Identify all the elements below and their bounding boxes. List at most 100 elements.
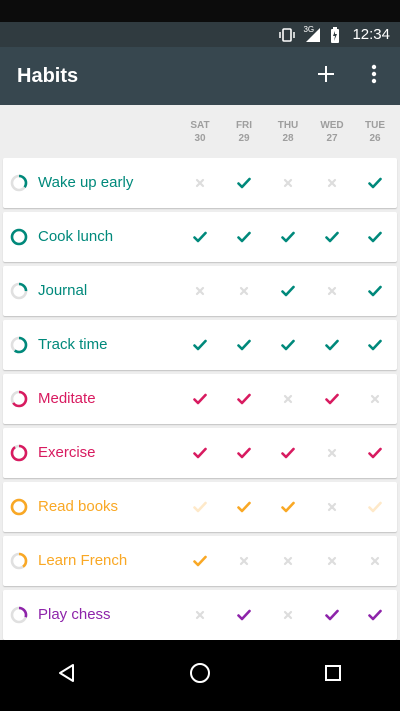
habit-score-ring-icon [10, 228, 28, 246]
add-habit-button[interactable] [302, 52, 350, 100]
day-column-header: WED 27 [310, 119, 354, 145]
check-icon[interactable] [362, 494, 388, 520]
check-icon[interactable] [231, 332, 257, 358]
check-icon[interactable] [362, 602, 388, 628]
day-date: 29 [238, 133, 250, 144]
check-icon[interactable] [231, 170, 257, 196]
cross-icon[interactable] [275, 602, 301, 628]
habit-name: Wake up early [38, 174, 134, 191]
navigation-bar [0, 640, 400, 711]
check-icon[interactable] [362, 224, 388, 250]
cross-icon[interactable] [362, 386, 388, 412]
day-name: SAT [190, 120, 210, 131]
check-icon[interactable] [187, 548, 213, 574]
cross-icon[interactable] [319, 548, 345, 574]
day-date: 26 [369, 133, 381, 144]
check-icon[interactable] [275, 494, 301, 520]
check-icon[interactable] [319, 602, 345, 628]
home-icon [189, 662, 211, 689]
check-icon[interactable] [231, 224, 257, 250]
check-icon[interactable] [275, 224, 301, 250]
back-button[interactable] [37, 651, 97, 701]
day-name: TUE [365, 120, 385, 131]
check-icon[interactable] [187, 386, 213, 412]
habit-row[interactable]: Play chess [3, 590, 397, 640]
habit-score-ring-icon [10, 498, 28, 516]
check-icon[interactable] [231, 386, 257, 412]
cross-icon[interactable] [275, 170, 301, 196]
day-column-header: FRI 29 [222, 119, 266, 145]
check-icon[interactable] [362, 278, 388, 304]
check-icon[interactable] [231, 494, 257, 520]
check-icon[interactable] [319, 386, 345, 412]
day-date: 30 [194, 133, 206, 144]
cross-icon[interactable] [319, 494, 345, 520]
habit-row[interactable]: Wake up early [3, 158, 397, 208]
habit-name: Exercise [38, 444, 96, 461]
status-time: 12:34 [352, 26, 390, 43]
day-column-header: SAT 30 [178, 119, 222, 145]
home-button[interactable] [170, 651, 230, 701]
day-column-header: THU 28 [266, 119, 310, 145]
recents-button[interactable] [303, 651, 363, 701]
cross-icon[interactable] [187, 602, 213, 628]
check-icon[interactable] [275, 278, 301, 304]
day-name: THU [277, 120, 299, 131]
check-icon[interactable] [231, 440, 257, 466]
check-icon[interactable] [362, 170, 388, 196]
check-icon[interactable] [362, 440, 388, 466]
signal-icon: 3G [303, 24, 322, 43]
recents-icon [324, 664, 342, 687]
check-icon[interactable] [187, 494, 213, 520]
check-icon[interactable] [275, 440, 301, 466]
habit-row[interactable]: Track time [3, 320, 397, 370]
cross-icon[interactable] [187, 278, 213, 304]
check-icon[interactable] [362, 332, 388, 358]
habit-name: Cook lunch [38, 228, 114, 245]
cross-icon[interactable] [319, 440, 345, 466]
check-icon[interactable] [187, 440, 213, 466]
habit-row[interactable]: Learn French [3, 536, 397, 586]
overflow-menu-button[interactable] [350, 52, 398, 100]
cross-icon[interactable] [231, 548, 257, 574]
habit-score-ring-icon [10, 390, 28, 408]
add-icon [317, 65, 335, 88]
habit-name: Learn French [38, 552, 128, 569]
habit-row[interactable]: Read books [3, 482, 397, 532]
check-icon[interactable] [187, 332, 213, 358]
day-date: 28 [282, 133, 294, 144]
cross-icon[interactable] [362, 548, 388, 574]
day-name: FRI [235, 120, 253, 131]
check-icon[interactable] [275, 332, 301, 358]
cross-icon[interactable] [231, 278, 257, 304]
back-icon [57, 663, 77, 688]
habit-score-ring-icon [10, 174, 28, 192]
habit-row[interactable]: Cook lunch [3, 212, 397, 262]
network-type-label: 3G [303, 24, 315, 34]
habit-row[interactable]: Meditate [3, 374, 397, 424]
app-title: Habits [17, 64, 79, 87]
habit-row[interactable]: Journal [3, 266, 397, 316]
cross-icon[interactable] [319, 278, 345, 304]
habit-name: Play chess [38, 606, 111, 623]
habit-score-ring-icon [10, 552, 28, 570]
habit-score-ring-icon [10, 444, 28, 462]
habit-name: Meditate [38, 390, 96, 407]
cross-icon[interactable] [275, 548, 301, 574]
check-icon[interactable] [187, 224, 213, 250]
habit-row[interactable]: Exercise [3, 428, 397, 478]
battery-icon [330, 26, 340, 43]
status-bar-content: 3G 12:34 [0, 22, 400, 47]
habit-name: Track time [38, 336, 108, 353]
check-icon[interactable] [319, 224, 345, 250]
vibrate-icon [278, 27, 296, 42]
cross-icon[interactable] [275, 386, 301, 412]
status-bar: 3G 12:34 [0, 0, 400, 47]
cross-icon[interactable] [319, 170, 345, 196]
habit-score-ring-icon [10, 282, 28, 300]
check-icon[interactable] [231, 602, 257, 628]
cross-icon[interactable] [187, 170, 213, 196]
check-icon[interactable] [319, 332, 345, 358]
habit-score-ring-icon [10, 606, 28, 624]
day-name: WED [320, 120, 344, 131]
